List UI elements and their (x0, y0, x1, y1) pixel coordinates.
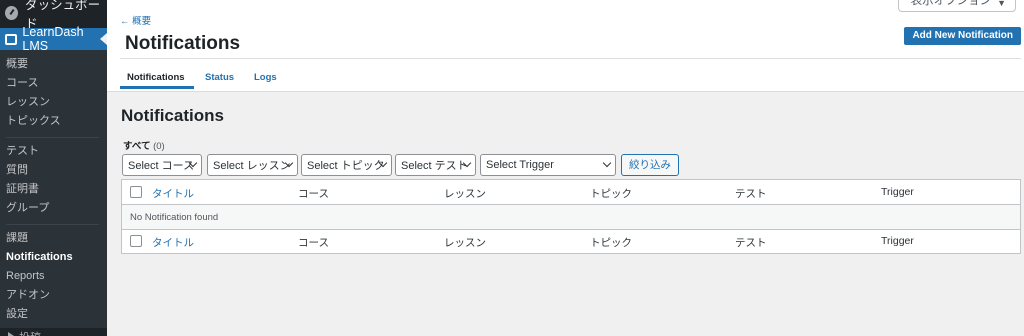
chevron-down-icon (602, 158, 612, 168)
table-header-row: タイトル コース レッスン トピック テスト Trigger (122, 180, 1020, 205)
sidebar-item-learndash[interactable]: LearnDash LMS (0, 25, 107, 53)
dashboard-icon (5, 6, 19, 20)
submenu-divider (6, 137, 99, 138)
column-lesson-footer: レッスン (444, 237, 486, 249)
learndash-icon (5, 33, 18, 45)
select-all-checkbox[interactable] (130, 186, 142, 198)
submenu-item-groups[interactable]: グループ (0, 199, 107, 218)
sidebar-item-posts[interactable]: 投稿 (0, 320, 107, 336)
select-all-checkbox[interactable] (130, 235, 142, 247)
table-row: No Notification found (122, 205, 1020, 230)
column-course-footer: コース (298, 237, 329, 249)
notifications-table: タイトル コース レッスン トピック テスト Trigger No Notifi… (121, 179, 1021, 254)
submenu-item-addons[interactable]: アドオン (0, 286, 107, 305)
select-value: Select コース (128, 160, 195, 172)
column-topic-footer: トピック (590, 237, 632, 249)
pin-icon (8, 332, 14, 336)
screen-options-button[interactable]: 表示オプション ▼ (897, 0, 1016, 12)
sidebar-submenu: 概要 コース レッスン トピックス テスト 質問 証明書 グループ 課題 Not… (0, 50, 107, 328)
submenu-divider (6, 224, 99, 225)
column-topic-header: トピック (590, 188, 632, 200)
course-filter-select[interactable]: Select コース (122, 154, 202, 176)
column-course-header: コース (298, 188, 329, 200)
section-title: Notifications (121, 106, 224, 125)
tab-notifications[interactable]: Notifications (127, 72, 185, 83)
filter-button[interactable]: 絞り込み (621, 154, 679, 176)
quiz-filter-select[interactable]: Select テスト (395, 154, 476, 176)
filter-all-link[interactable]: すべて (123, 141, 150, 152)
submenu-item-quizzes[interactable]: テスト (0, 142, 107, 161)
select-value: Select トピック (307, 160, 385, 172)
submenu-item-certificates[interactable]: 証明書 (0, 180, 107, 199)
table-footer-row: タイトル コース レッスン トピック テスト Trigger (122, 229, 1020, 254)
submenu-item-courses[interactable]: コース (0, 74, 107, 93)
empty-message: No Notification found (130, 212, 219, 223)
active-tab-indicator (120, 86, 194, 89)
column-quiz-footer: テスト (735, 237, 767, 249)
status-filter-links: すべて (0) (123, 138, 165, 152)
tab-logs[interactable]: Logs (254, 72, 277, 83)
sidebar-item-label: LearnDash LMS (22, 25, 84, 53)
back-link[interactable]: ← 概要 (120, 13, 151, 27)
trigger-filter-select[interactable]: Select Trigger (480, 154, 616, 176)
submenu-item-topics[interactable]: トピックス (0, 112, 107, 131)
tab-status[interactable]: Status (205, 72, 234, 83)
lesson-filter-select[interactable]: Select レッスン (207, 154, 298, 176)
submenu-item-lessons[interactable]: レッスン (0, 93, 107, 112)
submenu-item-notifications[interactable]: Notifications (0, 248, 107, 267)
column-lesson-header: レッスン (444, 188, 486, 200)
caret-down-icon: ▼ (997, 0, 1006, 8)
submenu-item-overview[interactable]: 概要 (0, 55, 107, 74)
column-title-header[interactable]: タイトル (152, 186, 194, 201)
sidebar-item-label: 投稿 (19, 329, 41, 336)
column-trigger-footer: Trigger (881, 235, 914, 247)
sidebar-item-dashboard[interactable]: ダッシュボード (0, 0, 107, 31)
add-new-notification-button[interactable]: Add New Notification (904, 27, 1021, 45)
submenu-item-reports[interactable]: Reports (0, 267, 107, 286)
submenu-item-questions[interactable]: 質問 (0, 161, 107, 180)
screen-options-label: 表示オプション (910, 0, 992, 7)
page-title: Notifications (125, 33, 241, 54)
column-title-footer[interactable]: タイトル (152, 235, 194, 250)
column-trigger-header: Trigger (881, 186, 914, 198)
submenu-item-assignments[interactable]: 課題 (0, 229, 107, 248)
filter-all-count: (0) (153, 141, 165, 152)
select-value: Select テスト (401, 160, 468, 172)
topic-filter-select[interactable]: Select トピック (301, 154, 392, 176)
tabs-divider (120, 58, 1021, 59)
admin-sidebar: ダッシュボード LearnDash LMS 概要 コース レッスン トピックス … (0, 0, 107, 336)
column-quiz-header: テスト (735, 188, 767, 200)
page-header: 表示オプション ▼ ← 概要 Notifications Add New Not… (107, 0, 1024, 92)
select-value: Select Trigger (486, 159, 554, 171)
select-value: Select レッスン (213, 160, 291, 172)
